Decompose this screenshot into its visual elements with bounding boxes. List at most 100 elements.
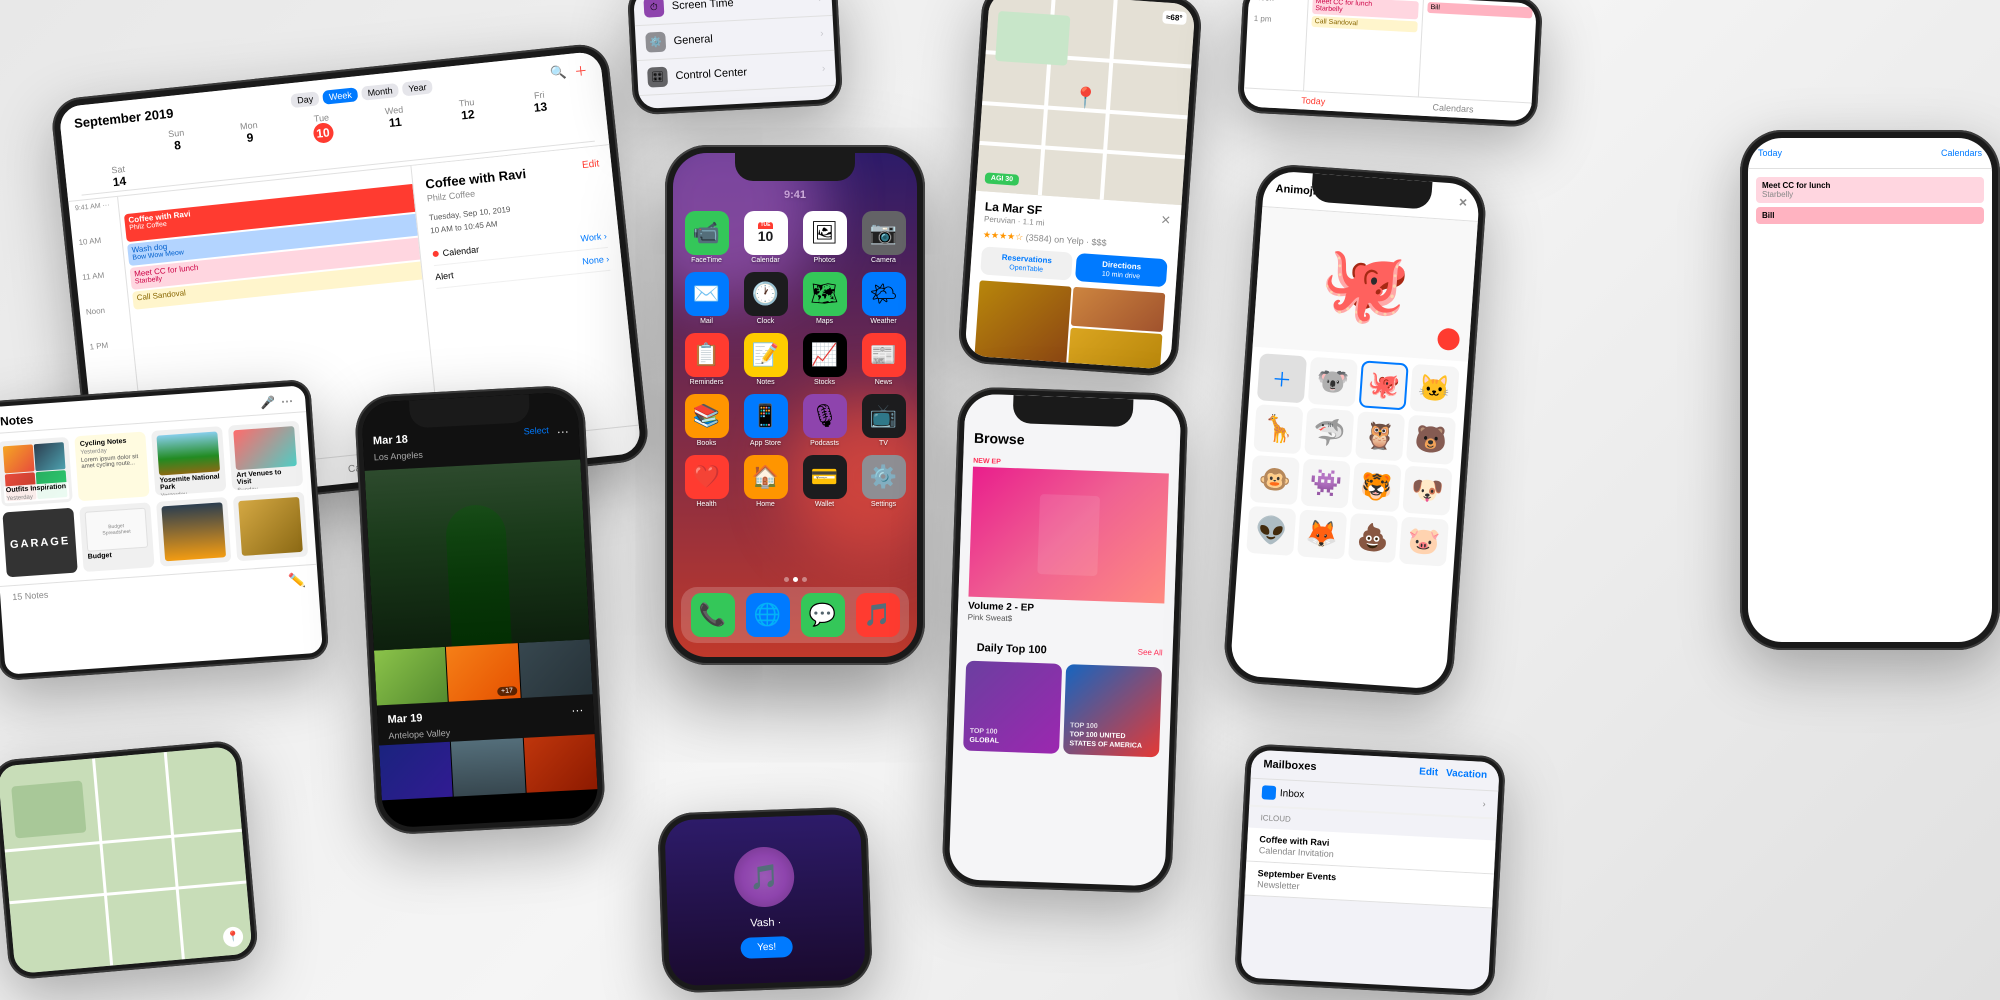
animoji-monkey[interactable]: 🐵	[1250, 455, 1300, 505]
maps2-location-icon[interactable]: 📍	[222, 926, 244, 948]
animoji-add-btn[interactable]: ＋	[1257, 353, 1307, 403]
dock-music[interactable]: 🎵	[852, 593, 903, 637]
cal2-1pm-label: 1 pm	[1253, 14, 1300, 25]
far-event-1[interactable]: Meet CC for lunch Starbelly	[1756, 177, 1984, 203]
add-event-icon[interactable]: ＋	[573, 60, 588, 80]
siri-yes-button[interactable]: Yes!	[741, 936, 793, 959]
view-week-btn[interactable]: Week	[322, 87, 358, 105]
dock-safari[interactable]: 🌐	[742, 593, 793, 637]
dock-messages[interactable]: 💬	[797, 593, 848, 637]
search-icon[interactable]: 🔍	[549, 64, 567, 82]
app-weather[interactable]: 🌤 Weather	[858, 272, 909, 325]
app-mail[interactable]: ✉️ Mail	[681, 272, 732, 325]
chart-usa[interactable]: TOP 100 TOP 100 UNITED STATES OF AMERICA	[1063, 664, 1162, 757]
app-notes[interactable]: 📝 Notes	[740, 333, 791, 386]
note-garage[interactable]: GARAGE	[2, 508, 77, 578]
mail-vacation-btn[interactable]: Vacation	[1446, 768, 1488, 782]
cal2-today[interactable]: Today	[1301, 95, 1326, 106]
day-col-tue[interactable]: Tue 10	[285, 109, 361, 146]
view-year-btn[interactable]: Year	[402, 79, 433, 96]
far-right-today[interactable]: Today	[1758, 148, 1782, 158]
far-event-2[interactable]: Bill	[1756, 207, 1984, 224]
app-stocks[interactable]: 📈 Stocks	[799, 333, 850, 386]
stocks-icon: 📈	[803, 333, 847, 377]
animoji-cat[interactable]: 🐱	[1409, 364, 1459, 414]
landscapes-img	[161, 502, 226, 561]
app-reminders[interactable]: 📋 Reminders	[681, 333, 732, 386]
note-outfits[interactable]: Outfits Inspiration Yesterday	[0, 437, 73, 507]
note-cycling[interactable]: Cycling Notes Yesterday Lorem ipsum dolo…	[74, 431, 149, 501]
app-clock[interactable]: 🕐 Clock	[740, 272, 791, 325]
note-budget[interactable]: BudgetSpreadsheet Budget	[79, 502, 154, 572]
app-tv[interactable]: 📺 TV	[858, 394, 909, 447]
far-right-tabs: Today Calendars	[1758, 148, 1982, 158]
note-yosemite[interactable]: Yosemite National Park Yesterday	[151, 426, 226, 496]
siri-background: 🎵 Vash · Yes!	[664, 814, 866, 987]
photos-date-2: Mar 19	[387, 712, 422, 726]
notes-mic-icon[interactable]: 🎤	[260, 395, 276, 410]
app-appstore[interactable]: 📱 App Store	[740, 394, 791, 447]
app-calendar[interactable]: TUE 10 Calendar	[740, 211, 791, 264]
app-news[interactable]: 📰 News	[858, 333, 909, 386]
note-places[interactable]	[233, 492, 308, 562]
detail-calendar-val: Work ›	[580, 231, 607, 244]
animoji-fox[interactable]: 🦊	[1297, 509, 1347, 559]
detail-edit-btn[interactable]: Edit	[582, 158, 600, 171]
animoji-robot[interactable]: 👾	[1301, 459, 1351, 509]
maps-place-card: La Mar SF Peruvian · 1.1 mi ★★★★☆ (3584)…	[964, 191, 1181, 370]
directions-btn[interactable]: Directions10 min drive	[1075, 253, 1168, 287]
animoji-koala[interactable]: 🐨	[1308, 357, 1358, 407]
app-books[interactable]: 📚 Books	[681, 394, 732, 447]
mailboxes-title: Mailboxes	[1263, 758, 1317, 773]
app-podcasts[interactable]: 🎙 Podcasts	[799, 394, 850, 447]
music-album-art[interactable]	[968, 467, 1168, 604]
siri-screen: 🎵 Vash · Yes!	[664, 814, 866, 987]
animoji-giraffe[interactable]: 🦒	[1253, 404, 1303, 454]
app-photos[interactable]: 🖼 Photos	[799, 211, 850, 264]
animoji-tiger[interactable]: 🐯	[1351, 462, 1401, 512]
animoji-shark[interactable]: 🦈	[1304, 408, 1354, 458]
home-wallpaper: 9:41 📹 FaceTime TUE 10 Calendar	[673, 153, 917, 657]
maps-action-buttons: ReservationsOpenTable Directions10 min d…	[980, 247, 1168, 288]
animoji-owl[interactable]: 🦉	[1355, 411, 1405, 461]
animoji-poop[interactable]: 💩	[1348, 513, 1398, 563]
close-btn[interactable]: ×	[1160, 212, 1171, 231]
cal2-calendars[interactable]: Calendars	[1432, 102, 1473, 114]
reservations-btn[interactable]: ReservationsOpenTable	[980, 247, 1073, 281]
view-month-btn[interactable]: Month	[361, 82, 399, 100]
photos-select-btn[interactable]: Select	[523, 425, 549, 440]
see-all-btn[interactable]: See All	[1138, 648, 1163, 658]
mail-edit-btn[interactable]: Edit	[1419, 766, 1438, 779]
cal2-bill-event[interactable]: Bill	[1427, 2, 1532, 18]
app-camera[interactable]: 📷 Camera	[858, 211, 909, 264]
animoji-bear[interactable]: 🐻	[1406, 415, 1456, 465]
animoji-screen: Animoji × 🐙 ＋ 🐨 🐙 🐱 🦒 🦈 🦉 🐻 🐵 👾 🐯 🐶 👽 🦊 …	[1230, 170, 1481, 690]
note-art-venues[interactable]: Art Venues to Visit Sunday	[228, 421, 303, 491]
app-wallet[interactable]: 💳 Wallet	[799, 455, 850, 508]
photos-more-btn-2[interactable]: ···	[571, 703, 584, 718]
photos-more-btn[interactable]: ···	[556, 424, 569, 439]
app-maps[interactable]: 🗺 Maps	[799, 272, 850, 325]
notes-more-icon[interactable]: ···	[281, 394, 294, 409]
compose-icon[interactable]: ✏️	[288, 572, 307, 590]
app-health[interactable]: ❤️ Health	[681, 455, 732, 508]
dock-phone[interactable]: 📞	[687, 593, 738, 637]
animoji-close-btn[interactable]: ×	[1458, 194, 1467, 211]
animoji-octopus[interactable]: 🐙	[1359, 360, 1409, 410]
far-right-screen: Today Calendars Meet CC for lunch Starbe…	[1748, 138, 1992, 642]
chart-global[interactable]: TOP 100 GLOBAL	[963, 661, 1062, 754]
animoji-record-btn[interactable]	[1437, 328, 1460, 351]
animoji-pig[interactable]: 🐷	[1399, 516, 1449, 566]
notes-title: Notes	[0, 412, 34, 428]
animoji-alien[interactable]: 👽	[1246, 506, 1296, 556]
view-day-btn[interactable]: Day	[290, 91, 319, 108]
music-browse-title: Browse	[974, 430, 1025, 448]
app-home[interactable]: 🏠 Home	[740, 455, 791, 508]
note-landscapes[interactable]	[156, 497, 231, 567]
far-right-content: Today Calendars Meet CC for lunch Starbe…	[1748, 138, 1992, 642]
animoji-dog[interactable]: 🐶	[1402, 466, 1452, 516]
app-facetime[interactable]: 📹 FaceTime	[681, 211, 732, 264]
app-settings[interactable]: ⚙️ Settings	[858, 455, 909, 508]
far-right-calendars[interactable]: Calendars	[1941, 148, 1982, 158]
maps-photo-1	[974, 281, 1071, 367]
